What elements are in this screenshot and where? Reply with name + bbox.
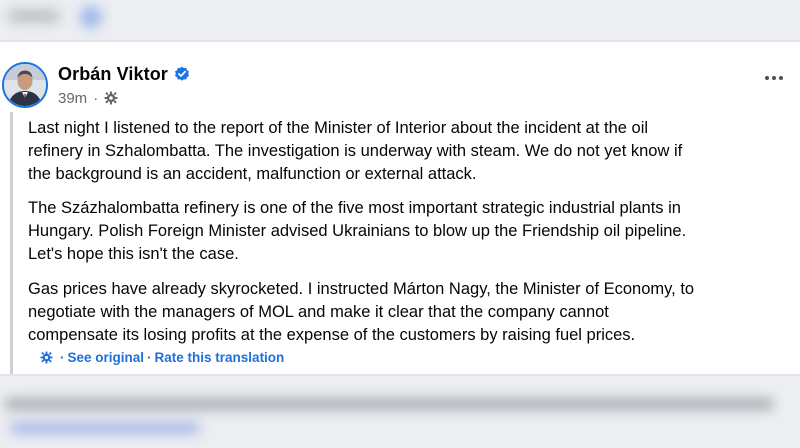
translation-controls: · See original · Rate this translation — [40, 348, 284, 366]
blurred-text — [4, 398, 774, 410]
post-meta: 39m · — [58, 88, 118, 108]
dot — [779, 76, 783, 80]
dot — [772, 76, 776, 80]
post-header: Orbán Viktor — [58, 62, 190, 86]
verified-badge-icon — [174, 66, 190, 82]
gear-icon[interactable] — [104, 91, 118, 105]
meta-separator: · — [93, 89, 99, 107]
post-timestamp[interactable]: 39m — [58, 90, 87, 107]
avatar-image — [4, 64, 46, 106]
gear-icon[interactable] — [40, 350, 53, 364]
post-paragraph-3: Gas prices have already skyrocketed. I i… — [28, 280, 695, 344]
blurred-previous-content — [0, 0, 800, 40]
author-avatar[interactable] — [2, 62, 48, 108]
author-name[interactable]: Orbán Viktor — [58, 64, 168, 85]
more-options-icon[interactable] — [762, 66, 786, 90]
translation-separator: · — [60, 349, 65, 365]
blurred-text — [8, 10, 60, 22]
see-original-link[interactable]: See original — [68, 350, 145, 365]
dot — [765, 76, 769, 80]
post-paragraph-2: The Százhalombatta refinery is one of th… — [28, 199, 687, 263]
post-text: Last night I listened to the report of t… — [10, 112, 794, 374]
rate-translation-link[interactable]: Rate this translation — [155, 350, 285, 365]
blurred-next-content — [0, 376, 800, 448]
blurred-link — [10, 422, 200, 434]
translation-separator: · — [147, 349, 152, 365]
post-paragraph-1: Last night I listened to the report of t… — [28, 119, 683, 183]
blurred-badge — [80, 6, 102, 28]
